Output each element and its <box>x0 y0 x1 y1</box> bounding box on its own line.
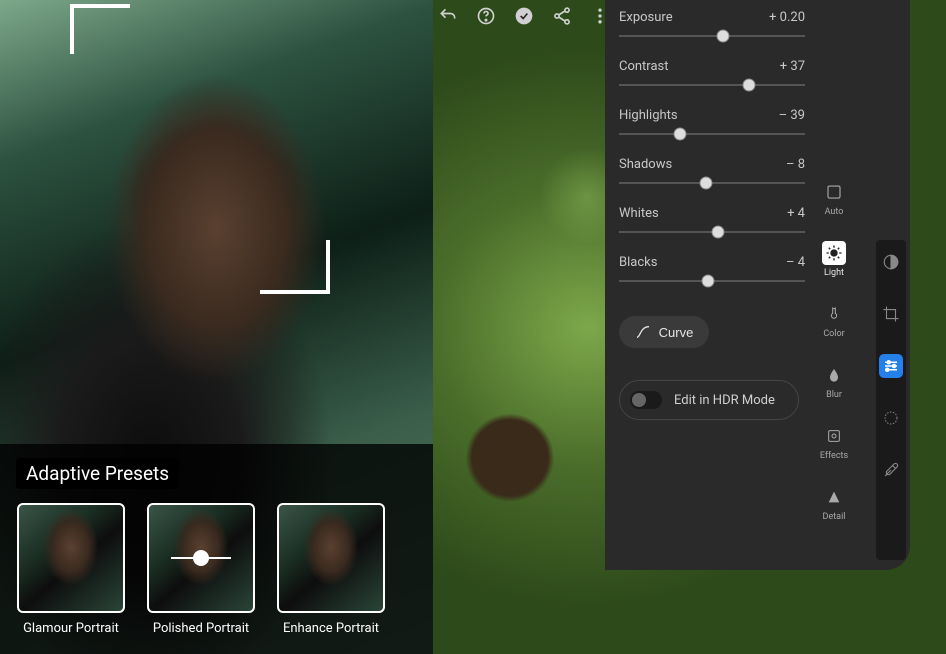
presets-title: Adaptive Presets <box>16 458 179 489</box>
rail-blur[interactable]: Blur <box>822 363 846 400</box>
slider-track[interactable] <box>619 176 805 190</box>
rail-auto[interactable]: Auto <box>822 180 846 217</box>
share-icon[interactable] <box>552 6 572 30</box>
slider-label: Contrast <box>619 59 669 74</box>
detail-icon <box>822 485 846 509</box>
slider-label: Shadows <box>619 157 672 172</box>
curve-button-label: Curve <box>659 325 694 340</box>
slider-highlights[interactable]: Highlights – 39 <box>619 108 805 141</box>
curve-button[interactable]: Curve <box>619 316 709 348</box>
help-icon[interactable] <box>476 6 496 30</box>
slider-value: – 4 <box>786 255 805 270</box>
tools-rail <box>876 240 906 560</box>
adaptive-presets-panel: Adaptive Presets Glamour Portrait Polish… <box>0 444 433 654</box>
undo-icon[interactable] <box>438 6 458 30</box>
rail-label: Auto <box>825 207 844 217</box>
blur-icon <box>822 363 846 387</box>
preset-label: Enhance Portrait <box>283 621 379 636</box>
effects-icon <box>822 424 846 448</box>
slider-label: Highlights <box>619 108 678 123</box>
slider-track[interactable] <box>619 225 805 239</box>
sliders-column: Exposure + 0.20 Contrast + 37 Highlights… <box>619 10 805 420</box>
slider-exposure[interactable]: Exposure + 0.20 <box>619 10 805 43</box>
preset-enhance-portrait[interactable]: Enhance Portrait <box>276 503 386 636</box>
rail-label: Blur <box>826 390 842 400</box>
slider-shadows[interactable]: Shadows – 8 <box>619 157 805 190</box>
slider-label: Blacks <box>619 255 657 270</box>
rail-label: Effects <box>820 451 848 461</box>
preset-thumb <box>277 503 385 613</box>
slider-value: + 0.20 <box>769 10 805 25</box>
eyedropper-tool-icon[interactable] <box>879 458 903 482</box>
rail-light[interactable]: Light <box>822 241 846 278</box>
hdr-label: Edit in HDR Mode <box>674 393 775 408</box>
slider-value: + 4 <box>787 206 805 221</box>
hdr-mode-row[interactable]: Edit in HDR Mode <box>619 380 799 420</box>
preset-polished-portrait[interactable]: Polished Portrait <box>146 503 256 636</box>
topbar <box>438 6 610 30</box>
focus-bracket-bottom-right <box>260 240 330 294</box>
adjust-tool-icon[interactable] <box>879 354 903 378</box>
rail-label: Light <box>824 268 844 278</box>
preset-label: Glamour Portrait <box>23 621 119 636</box>
light-icon <box>822 241 846 265</box>
preset-thumb <box>17 503 125 613</box>
slider-value: – 39 <box>779 108 805 123</box>
slider-track[interactable] <box>619 29 805 43</box>
rail-detail[interactable]: Detail <box>822 485 846 522</box>
slider-blacks[interactable]: Blacks – 4 <box>619 255 805 288</box>
adjustment-indicator-icon <box>171 557 231 559</box>
check-icon[interactable] <box>514 6 534 30</box>
crop-tool-icon[interactable] <box>879 302 903 326</box>
color-icon <box>822 302 846 326</box>
auto-icon <box>822 180 846 204</box>
slider-value: – 8 <box>786 157 805 172</box>
slider-contrast[interactable]: Contrast + 37 <box>619 59 805 92</box>
preset-row: Glamour Portrait Polished Portrait Enhan… <box>16 503 417 636</box>
healing-tool-icon[interactable] <box>879 406 903 430</box>
preset-glamour-portrait[interactable]: Glamour Portrait <box>16 503 126 636</box>
rail-label: Detail <box>823 512 846 522</box>
slider-track[interactable] <box>619 127 805 141</box>
curve-icon <box>635 324 651 340</box>
rail-color[interactable]: Color <box>822 302 846 339</box>
slider-value: + 37 <box>780 59 805 74</box>
slider-label: Whites <box>619 206 659 221</box>
slider-track[interactable] <box>619 78 805 92</box>
light-panel: Exposure + 0.20 Contrast + 37 Highlights… <box>605 0 910 570</box>
slider-whites[interactable]: Whites + 4 <box>619 206 805 239</box>
contrast-tool-icon[interactable] <box>879 250 903 274</box>
rail-effects[interactable]: Effects <box>820 424 848 461</box>
portrait-preview: Adaptive Presets Glamour Portrait Polish… <box>0 0 433 654</box>
preset-thumb <box>147 503 255 613</box>
rail-label: Color <box>823 329 844 339</box>
slider-label: Exposure <box>619 10 673 25</box>
slider-track[interactable] <box>619 274 805 288</box>
focus-bracket-top-left <box>70 4 130 54</box>
preset-label: Polished Portrait <box>153 621 249 636</box>
edit-categories-rail: Auto Light Color Blur Effects <box>814 180 854 522</box>
hdr-toggle[interactable] <box>630 391 662 409</box>
